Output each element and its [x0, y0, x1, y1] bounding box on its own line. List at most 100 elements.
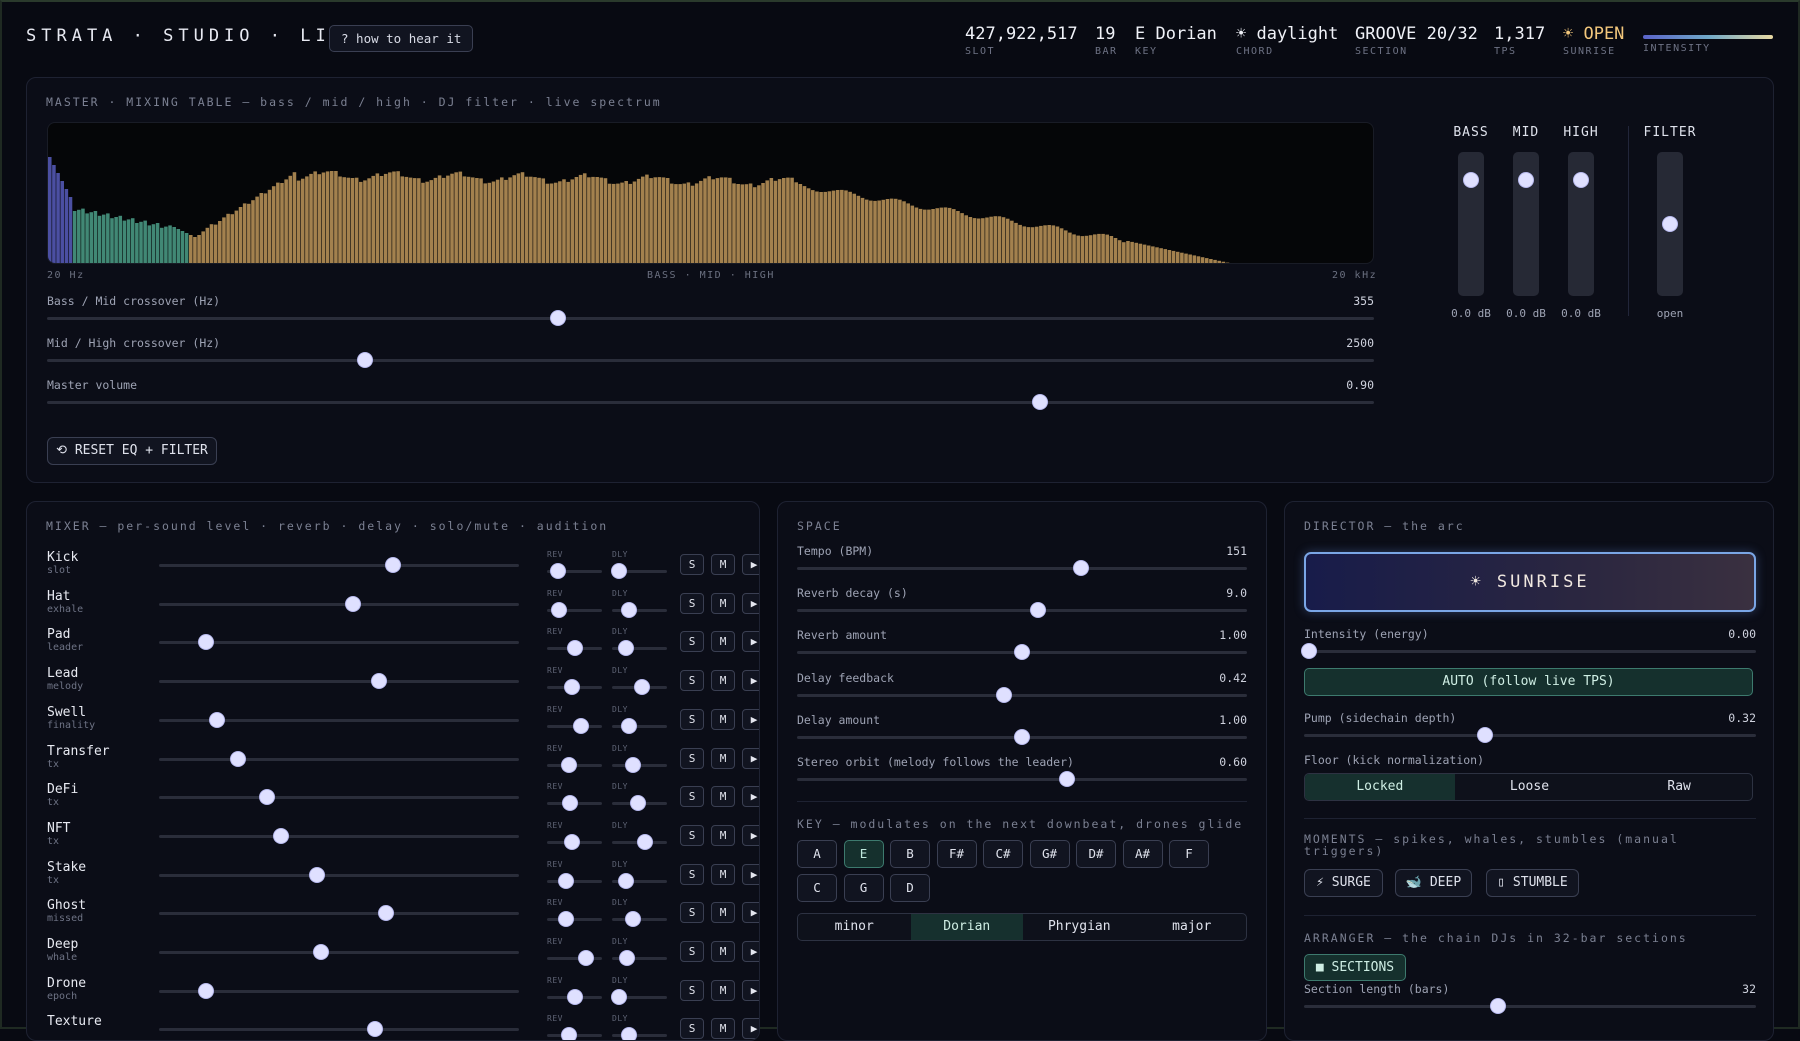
- delay-knob[interactable]: [621, 718, 636, 733]
- deep-button[interactable]: 🐋 DEEP: [1395, 869, 1472, 897]
- filter-fader-knob[interactable]: [1663, 217, 1677, 231]
- reverb-knob[interactable]: [559, 873, 574, 888]
- solo-button[interactable]: S: [680, 824, 704, 846]
- key-button-d-sharp[interactable]: D#: [1076, 840, 1116, 868]
- level-track[interactable]: [159, 951, 519, 954]
- level-knob[interactable]: [310, 867, 325, 882]
- section-length-knob[interactable]: [1491, 999, 1506, 1013]
- level-track[interactable]: [159, 873, 519, 877]
- space-slider-knob[interactable]: [1015, 645, 1029, 660]
- level-track[interactable]: [159, 796, 519, 800]
- delay-knob[interactable]: [635, 680, 650, 695]
- delay-knob[interactable]: [638, 834, 652, 849]
- level-knob[interactable]: [314, 945, 328, 959]
- level-track[interactable]: [159, 680, 519, 684]
- reverb-track[interactable]: [547, 957, 602, 960]
- solo-button[interactable]: S: [680, 786, 704, 808]
- floor-raw[interactable]: Raw: [1604, 774, 1752, 800]
- level-knob[interactable]: [260, 790, 274, 805]
- mute-button[interactable]: M: [711, 554, 735, 575]
- audition-button[interactable]: ▶: [742, 708, 759, 730]
- mode-dorian[interactable]: Dorian: [910, 914, 1023, 940]
- sunrise-button[interactable]: ☀ SUNRISE: [1304, 552, 1756, 612]
- level-track[interactable]: [159, 912, 519, 916]
- section-length-track[interactable]: [1304, 1005, 1756, 1008]
- mode-minor[interactable]: minor: [798, 914, 911, 940]
- delay-knob[interactable]: [619, 641, 634, 656]
- delay-knob[interactable]: [631, 796, 646, 811]
- reverb-knob[interactable]: [567, 641, 582, 656]
- mute-button[interactable]: M: [711, 631, 735, 653]
- reverb-track[interactable]: [547, 918, 602, 922]
- reverb-knob[interactable]: [562, 757, 576, 772]
- level-knob[interactable]: [368, 1022, 382, 1037]
- key-button-c-sharp[interactable]: C#: [983, 840, 1023, 868]
- key-button-c[interactable]: C: [797, 874, 837, 902]
- level-knob[interactable]: [371, 674, 386, 689]
- audition-button[interactable]: ▶: [742, 670, 759, 692]
- key-button-b[interactable]: B: [890, 840, 930, 868]
- floor-loose[interactable]: Loose: [1455, 774, 1605, 800]
- level-knob[interactable]: [346, 596, 361, 611]
- high-fader-knob[interactable]: [1574, 172, 1588, 187]
- level-track[interactable]: [159, 641, 519, 645]
- solo-button[interactable]: S: [680, 554, 704, 575]
- key-button-d[interactable]: D: [890, 874, 930, 902]
- level-track[interactable]: [159, 989, 519, 993]
- delay-knob[interactable]: [611, 564, 626, 578]
- mode-major[interactable]: major: [1136, 914, 1247, 940]
- mute-button[interactable]: M: [711, 786, 735, 808]
- level-knob[interactable]: [274, 828, 289, 843]
- audition-button[interactable]: ▶: [742, 554, 759, 575]
- sections-button[interactable]: ■ SECTIONS: [1304, 954, 1406, 981]
- level-knob[interactable]: [378, 906, 393, 921]
- solo-button[interactable]: S: [680, 863, 704, 885]
- mid-fader-knob[interactable]: [1519, 172, 1533, 187]
- pump-track[interactable]: [1304, 734, 1756, 737]
- key-button-g[interactable]: G: [843, 874, 884, 902]
- reverb-knob[interactable]: [551, 564, 565, 578]
- solo-button[interactable]: S: [680, 592, 704, 614]
- bass-fader-knob[interactable]: [1464, 172, 1478, 187]
- filter-fader[interactable]: [1657, 152, 1683, 296]
- mute-button[interactable]: M: [711, 863, 735, 885]
- reverb-knob[interactable]: [563, 796, 578, 811]
- master-slider-track[interactable]: [47, 401, 1374, 404]
- floor-locked[interactable]: Locked: [1305, 774, 1455, 800]
- key-button-e[interactable]: E: [843, 840, 884, 868]
- reverb-knob[interactable]: [574, 718, 589, 733]
- surge-button[interactable]: ⚡ SURGE: [1304, 869, 1383, 897]
- pump-knob[interactable]: [1477, 728, 1492, 742]
- audition-button[interactable]: ▶: [742, 979, 759, 1001]
- reverb-track[interactable]: [547, 879, 602, 883]
- solo-button[interactable]: S: [680, 902, 704, 924]
- mute-button[interactable]: M: [711, 708, 735, 730]
- solo-button[interactable]: S: [680, 708, 704, 730]
- level-knob[interactable]: [231, 751, 246, 766]
- level-track[interactable]: [159, 757, 519, 761]
- intensity-track[interactable]: [1304, 650, 1756, 653]
- mute-button[interactable]: M: [711, 670, 735, 692]
- audition-button[interactable]: ▶: [742, 824, 759, 846]
- reverb-knob[interactable]: [559, 912, 574, 927]
- reverb-knob[interactable]: [564, 834, 579, 849]
- delay-knob[interactable]: [618, 873, 633, 888]
- level-track[interactable]: [159, 834, 519, 838]
- master-slider-track[interactable]: [47, 317, 1374, 320]
- key-button-a[interactable]: A: [797, 840, 837, 868]
- level-knob[interactable]: [209, 712, 224, 727]
- audition-button[interactable]: ▶: [742, 631, 759, 653]
- delay-knob[interactable]: [620, 951, 635, 965]
- key-button-a-sharp[interactable]: A#: [1122, 840, 1163, 868]
- key-button-g-sharp[interactable]: G#: [1029, 840, 1070, 868]
- space-slider-track[interactable]: [797, 609, 1247, 613]
- space-slider-knob[interactable]: [1060, 772, 1074, 786]
- stumble-button[interactable]: ▯ STUMBLE: [1486, 869, 1579, 897]
- audition-button[interactable]: ▶: [742, 786, 759, 808]
- space-slider-knob[interactable]: [1015, 729, 1029, 744]
- audition-button[interactable]: ▶: [742, 747, 759, 769]
- reverb-knob[interactable]: [564, 680, 579, 695]
- audition-button[interactable]: ▶: [742, 902, 759, 924]
- level-track[interactable]: [159, 564, 519, 567]
- high-fader[interactable]: [1568, 152, 1594, 296]
